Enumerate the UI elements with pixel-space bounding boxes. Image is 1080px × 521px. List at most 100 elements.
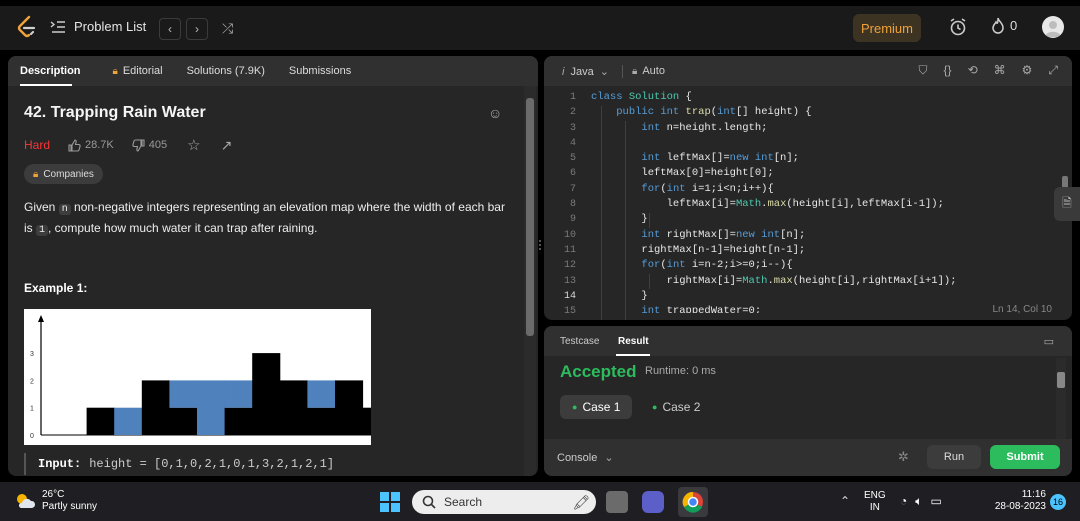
gear-icon[interactable]: ⚙: [1022, 63, 1033, 78]
case-1-tab[interactable]: ● Case 1: [560, 395, 633, 419]
example-heading: Example 1:: [24, 281, 88, 295]
chevron-down-icon: ⌄: [599, 66, 609, 78]
code-line: }: [591, 289, 648, 302]
case-2-tab[interactable]: ● Case 2: [640, 395, 712, 419]
run-button[interactable]: Run: [927, 445, 981, 469]
elevation-map-figure: 0 1 2 3: [24, 309, 391, 445]
start-button[interactable]: [380, 492, 400, 512]
auto-mode-toggle[interactable]: 🔒︎ Auto: [632, 65, 665, 77]
search-icon: [422, 495, 436, 509]
alarm-clock-icon[interactable]: [948, 17, 968, 37]
like-button[interactable]: 28.7K: [68, 138, 114, 152]
scrollbar-thumb[interactable]: [526, 98, 534, 336]
next-problem-button[interactable]: ›: [186, 18, 208, 40]
search-placeholder: Search: [444, 495, 483, 509]
volume-icon: 🔈︎: [915, 494, 923, 508]
thumbs-down-icon: [132, 138, 145, 152]
problem-list-label: Problem List: [74, 19, 147, 34]
result-scrollbar[interactable]: [1056, 358, 1066, 440]
water-block: [224, 380, 253, 408]
chevron-right-icon: ›: [195, 22, 199, 36]
tab-editorial[interactable]: 🔒︎ Editorial: [101, 65, 175, 77]
teams-app-icon[interactable]: [642, 491, 664, 513]
tab-editorial-label: Editorial: [122, 65, 163, 77]
editor-toolbar: i Java ⌄ 🔒︎ Auto ⛉ {} ⟲ ⌘ ⚙ ⤢: [544, 56, 1072, 86]
search-highlight-icon: 🖍︎: [572, 493, 590, 510]
water-block: [114, 407, 143, 435]
command-icon[interactable]: ⌘: [994, 63, 1006, 78]
user-icon: [1045, 21, 1061, 37]
feedback-icon[interactable]: ☺: [488, 105, 502, 121]
taskbar-search[interactable]: Search 🖍︎: [412, 490, 596, 514]
elevation-bar: [307, 407, 336, 435]
avatar[interactable]: [1042, 16, 1064, 38]
windows-logo-tile: [391, 503, 400, 512]
debug-icon[interactable]: ✲: [898, 449, 909, 465]
result-tabs: Testcase Result ▭: [544, 326, 1072, 356]
star-icon[interactable]: ☆: [187, 136, 200, 154]
notification-badge[interactable]: 16: [1050, 494, 1066, 510]
description-panel: Description 🔒︎ Editorial Solutions (7.9K…: [8, 56, 538, 476]
y-tick-label: 2: [30, 378, 34, 385]
expand-icon[interactable]: ⤢: [1048, 63, 1058, 78]
code-line: int n=height.length;: [641, 121, 768, 134]
description-scrollbar[interactable]: [524, 86, 536, 476]
active-tab-indicator: [616, 354, 650, 356]
shuffle-icon[interactable]: ⤮: [222, 20, 233, 37]
desc-text: Given: [24, 200, 59, 214]
line-number: 2: [569, 107, 576, 119]
weather-widget[interactable]: 26°C Partly sunny: [14, 489, 97, 513]
result-panel: Testcase Result ▭ Accepted Runtime: 0 ms…: [544, 326, 1072, 476]
line-number: 12: [563, 260, 576, 272]
notes-side-button[interactable]: 🗎: [1054, 187, 1080, 221]
problem-list-link[interactable]: Problem List: [50, 19, 146, 34]
elevation-bar: [169, 407, 198, 435]
companies-label: Companies: [43, 168, 94, 180]
code-lines[interactable]: class Solution { public int trap(int[] h…: [591, 90, 1061, 313]
premium-button[interactable]: Premium: [853, 14, 921, 42]
companies-tag[interactable]: 🔒︎ Companies: [24, 164, 103, 184]
chevron-up-icon[interactable]: ⌃: [840, 494, 850, 508]
y-axis-arrow: [38, 315, 44, 322]
tab-result[interactable]: Result: [618, 336, 649, 347]
scrollbar-thumb[interactable]: [1057, 372, 1065, 388]
collapse-panel-icon[interactable]: ▭: [1044, 335, 1054, 348]
language-line-1: ENG: [864, 490, 886, 501]
bookmark-icon[interactable]: ⛉: [919, 63, 928, 78]
submit-button[interactable]: Submit: [990, 445, 1060, 469]
note-icon: 🗎: [1062, 195, 1072, 210]
clock[interactable]: 11:16 28-08-2023: [986, 489, 1046, 513]
drag-handle-icon[interactable]: [539, 240, 541, 250]
tab-solutions[interactable]: Solutions (7.9K): [175, 65, 277, 77]
desc-text: , compute how much water it can trap aft…: [48, 221, 318, 235]
line-number: 6: [569, 168, 576, 180]
chrome-app-button[interactable]: [678, 487, 708, 517]
prev-problem-button[interactable]: ‹: [159, 18, 181, 40]
reset-icon[interactable]: ⟲: [968, 63, 978, 78]
code-line: int rightMax[]=new int[n];: [641, 228, 806, 241]
dislike-count: 405: [148, 139, 168, 151]
input-language[interactable]: ENG IN: [864, 490, 886, 514]
line-number: 15: [563, 306, 576, 314]
code-line: }: [591, 213, 648, 226]
language-select[interactable]: i Java ⌄: [562, 65, 609, 79]
vertical-resize-handle[interactable]: [538, 56, 542, 476]
tab-submissions[interactable]: Submissions: [277, 65, 363, 77]
braces-icon[interactable]: {}: [944, 63, 952, 78]
runtime-text: Runtime: 0 ms: [645, 365, 716, 377]
tab-description[interactable]: Description: [8, 65, 93, 77]
elevation-bar: [362, 407, 391, 435]
streak-counter[interactable]: 0: [991, 17, 1017, 34]
code-line: rightMax[n-1]=height[n-1];: [591, 243, 806, 256]
leetcode-logo-icon[interactable]: [16, 15, 38, 39]
file-explorer-app-icon[interactable]: [606, 491, 628, 513]
share-icon[interactable]: ↗: [221, 137, 233, 154]
tab-testcase[interactable]: Testcase: [560, 336, 599, 347]
code-line: int trappedWater=0;: [641, 305, 762, 314]
action-bar: Console ⌄ ✲ Run Submit: [544, 439, 1072, 476]
chevron-down-icon: ⌄: [604, 452, 614, 464]
status-icons[interactable]: ◔ 🔈︎ ▭: [900, 494, 942, 509]
problem-title: 42. Trapping Rain Water: [24, 104, 206, 121]
console-toggle[interactable]: Console ⌄: [557, 451, 614, 464]
dislike-button[interactable]: 405: [132, 138, 168, 152]
